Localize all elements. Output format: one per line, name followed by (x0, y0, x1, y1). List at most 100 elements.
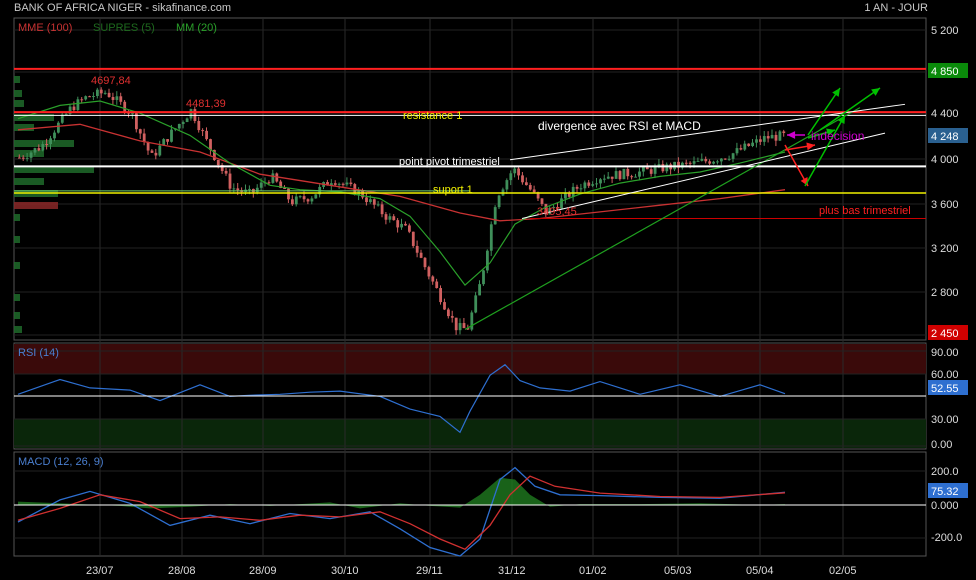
candle-body (579, 188, 583, 190)
candle-body (470, 312, 474, 330)
candle-body (380, 204, 384, 215)
mme-line (17, 123, 786, 222)
candle-body (486, 250, 489, 271)
volume-bar (14, 124, 34, 131)
candle-body (661, 164, 665, 172)
candle-body (704, 159, 708, 162)
candle-body (49, 138, 52, 145)
candle-body (396, 220, 400, 228)
candle-body (720, 158, 723, 162)
legend-rsi: RSI (14) (18, 347, 59, 359)
candle-body (606, 176, 610, 179)
rsi-tick: 0.00 (931, 439, 952, 451)
volume-bar (14, 90, 22, 97)
candle-body (170, 129, 173, 142)
y-tick: 4 000 (931, 154, 959, 166)
candle-body (158, 145, 162, 156)
volume-bar (14, 236, 20, 243)
candle-body (462, 323, 466, 329)
candle-body (700, 159, 704, 161)
candle-body (493, 207, 497, 225)
candle-body (205, 130, 208, 140)
candle-body (684, 162, 688, 164)
candle-body (649, 169, 653, 174)
candle-body (509, 173, 513, 181)
arrow-up-3-head (871, 88, 880, 96)
legend-macd: MACD (12, 26, 9) (18, 456, 104, 468)
volume-bar (14, 202, 58, 209)
x-tick: 30/10 (331, 565, 359, 577)
candle-body (638, 171, 641, 177)
volume-bar (14, 100, 24, 107)
candle-body (587, 182, 591, 186)
rsi-oversold-zone (14, 419, 926, 448)
candle-body (99, 89, 103, 94)
x-tick: 05/04 (746, 565, 774, 577)
candle-body (435, 281, 439, 289)
candle-body (150, 150, 154, 153)
candle-body (345, 182, 349, 185)
x-tick: 01/02 (579, 565, 607, 577)
candle-body (310, 198, 314, 202)
candle-body (236, 188, 240, 191)
candle-body (96, 89, 99, 96)
price-flag-high-label: 4 850 (931, 66, 959, 78)
candle-body (478, 284, 481, 296)
candle-body (622, 168, 626, 180)
candle-body (337, 183, 341, 185)
annotation-support: suport 1 (433, 184, 473, 196)
candle-body (743, 143, 747, 150)
candle-body (248, 188, 251, 190)
candle-body (770, 134, 774, 139)
candle-body (302, 196, 306, 200)
candle-body (404, 223, 407, 226)
candle-body (723, 158, 727, 160)
candle-body (716, 161, 719, 163)
volume-bar (14, 76, 20, 83)
candle-body (119, 96, 123, 102)
candle-body (400, 223, 403, 228)
candle-body (497, 195, 501, 208)
annotation-pivot: point pivot trimestriel (399, 156, 500, 168)
candle-body (142, 133, 146, 143)
candle-body (630, 176, 634, 178)
candle-body (384, 214, 388, 220)
candle-body (692, 161, 696, 164)
candle-body (665, 164, 669, 172)
x-axis: 23/07 28/08 28/09 30/10 29/11 31/12 01/0… (86, 565, 857, 577)
volume-bar (14, 178, 44, 185)
candle-body (224, 170, 228, 174)
candle-body (255, 187, 259, 193)
candle-body (103, 92, 107, 94)
candle-body (521, 175, 524, 183)
candle-body (107, 92, 111, 98)
candle-body (571, 186, 575, 197)
candle-body (653, 166, 657, 174)
candle-body (138, 129, 142, 134)
candle-body (774, 134, 778, 141)
volume-bar (14, 214, 20, 221)
macd-tick: 200.0 (931, 466, 959, 478)
macd-tick: -200.0 (931, 532, 962, 544)
candle-body (349, 182, 353, 185)
volume-bar (14, 312, 20, 319)
candle-body (76, 99, 80, 111)
candle-body (505, 180, 509, 190)
candle-body (64, 113, 68, 115)
candle-body (228, 173, 232, 189)
candle-body (642, 167, 645, 172)
candle-body (232, 188, 236, 190)
candle-body (365, 197, 368, 203)
candle-body (735, 148, 739, 154)
price-flag-low-label: 2 450 (931, 328, 959, 340)
candle-body (306, 199, 310, 202)
candle-body (294, 196, 298, 205)
candle-body (610, 176, 614, 179)
candle-body (392, 216, 396, 221)
candle-body (411, 231, 415, 246)
candle-body (782, 131, 786, 133)
x-tick: 31/12 (498, 565, 526, 577)
candle-body (18, 157, 21, 159)
candle-body (575, 186, 579, 189)
point-label-low: 3495,45 (537, 206, 577, 218)
